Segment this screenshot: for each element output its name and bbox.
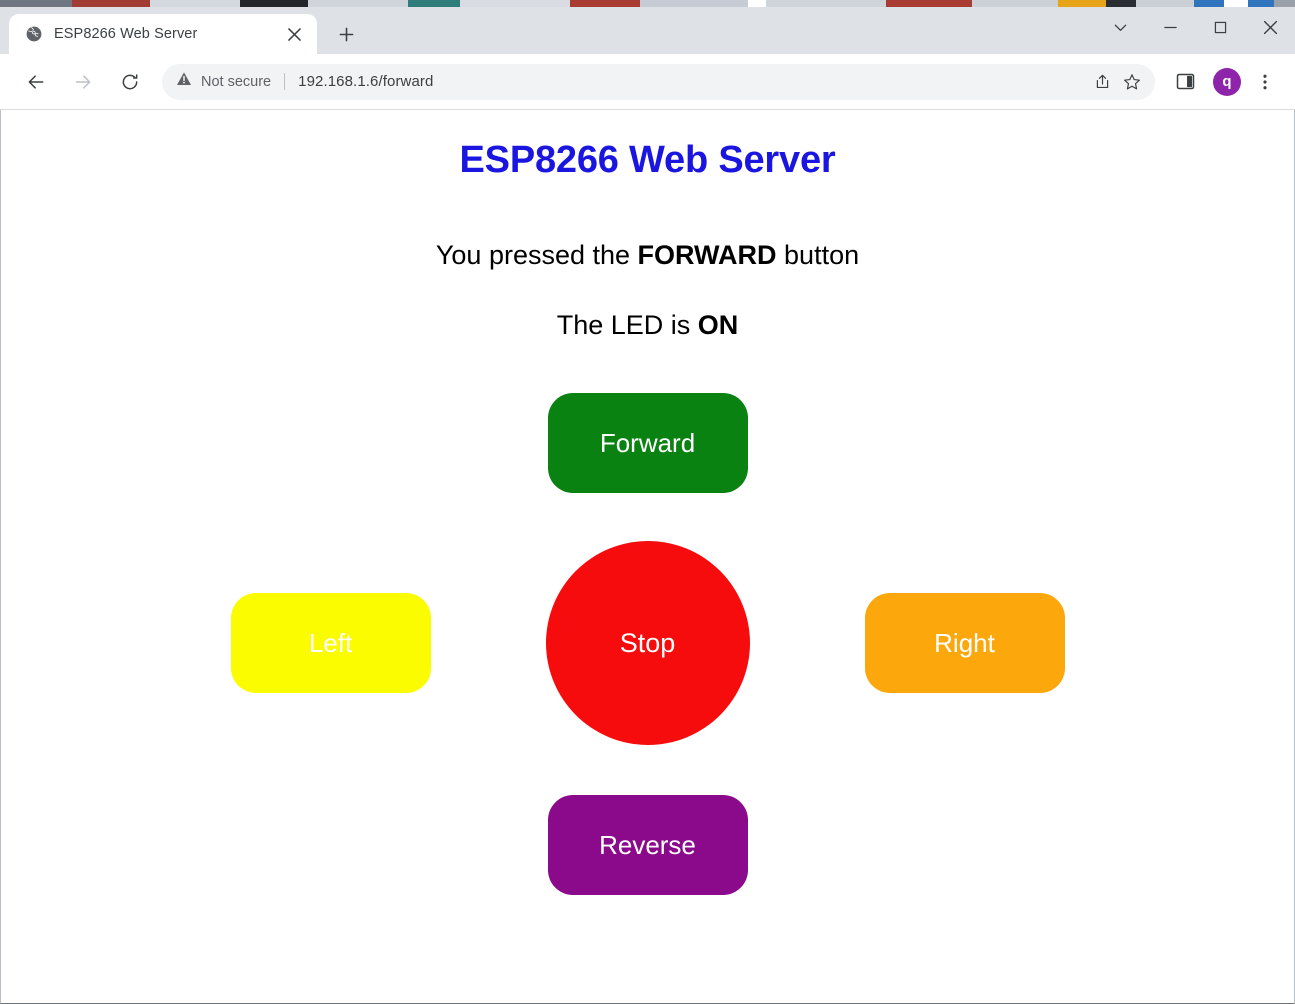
reverse-button-row: Reverse xyxy=(1,795,1294,896)
url-text[interactable]: 192.168.1.6/forward xyxy=(298,73,1087,90)
globe-icon xyxy=(25,25,43,43)
pressed-suffix-text: button xyxy=(776,239,860,270)
omnibox-divider xyxy=(284,73,286,90)
profile-avatar[interactable]: q xyxy=(1213,67,1241,96)
three-dot-menu-icon[interactable] xyxy=(1247,64,1283,100)
page-title: ESP8266 Web Server xyxy=(459,139,836,181)
browser-window: ESP8266 Web Server Not secure 192.168.1.… xyxy=(0,0,1295,1004)
left-button[interactable]: Left xyxy=(230,593,431,694)
pressed-button-status: You pressed the FORWARD button xyxy=(1,239,1294,271)
star-icon[interactable] xyxy=(1117,67,1147,97)
tab-close-icon[interactable] xyxy=(281,21,307,47)
minimize-button[interactable] xyxy=(1145,7,1195,48)
pressed-prefix-text: You pressed the xyxy=(435,239,638,270)
tab-strip: ESP8266 Web Server xyxy=(0,7,1295,54)
address-bar[interactable]: Not secure 192.168.1.6/forward xyxy=(162,63,1155,100)
forward-arrow-icon[interactable] xyxy=(63,62,103,102)
reload-icon[interactable] xyxy=(110,62,150,102)
stop-button[interactable]: Stop xyxy=(545,541,750,746)
direction-button-row: Left Stop Right xyxy=(1,541,1294,746)
pressed-button-name: FORWARD xyxy=(637,239,777,270)
page-viewport: ESP8266 Web Server You pressed the FORWA… xyxy=(0,110,1295,1004)
side-panel-icon[interactable] xyxy=(1167,64,1203,100)
maximize-button[interactable] xyxy=(1195,7,1245,48)
share-icon[interactable] xyxy=(1087,67,1117,97)
window-controls xyxy=(1095,7,1295,48)
warning-triangle-icon xyxy=(176,71,192,92)
tab-title: ESP8266 Web Server xyxy=(54,26,198,42)
browser-toolbar: Not secure 192.168.1.6/forward q xyxy=(0,54,1295,110)
close-window-button[interactable] xyxy=(1245,7,1295,48)
forward-button-row: Forward xyxy=(1,393,1294,494)
right-button[interactable]: Right xyxy=(864,593,1065,694)
security-status-text: Not secure xyxy=(201,73,272,90)
led-prefix-text: The LED is xyxy=(556,309,698,340)
web-page-content: ESP8266 Web Server You pressed the FORWA… xyxy=(1,110,1294,896)
back-arrow-icon[interactable] xyxy=(16,62,56,102)
tab-search-button[interactable] xyxy=(1095,7,1145,48)
reverse-button[interactable]: Reverse xyxy=(547,795,748,896)
led-status: The LED is ON xyxy=(1,309,1294,341)
browser-tab-esp8266[interactable]: ESP8266 Web Server xyxy=(9,14,317,54)
new-tab-button[interactable] xyxy=(331,19,361,49)
screen-capture-artifact-strip xyxy=(0,0,1295,7)
forward-button[interactable]: Forward xyxy=(547,393,748,494)
led-state-value: ON xyxy=(697,309,739,340)
